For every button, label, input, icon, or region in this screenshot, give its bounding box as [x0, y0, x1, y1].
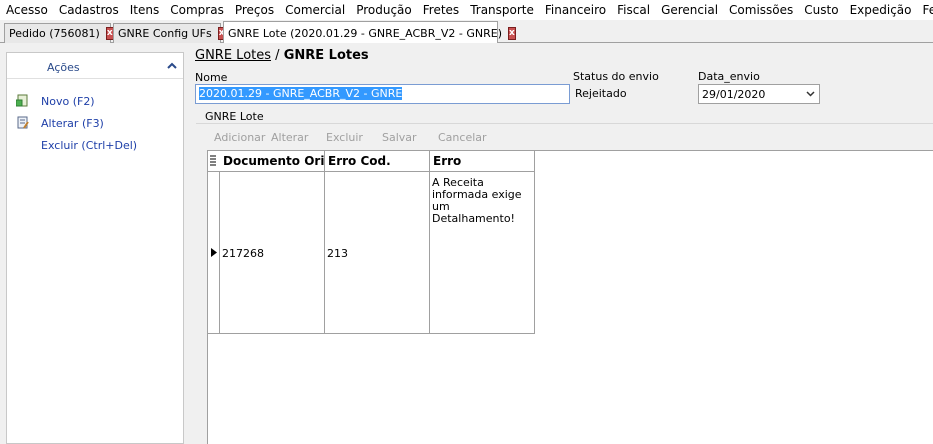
data-envio-select[interactable]: 29/01/2020 — [698, 84, 820, 104]
nome-label: Nome — [195, 71, 228, 84]
adicionar-button[interactable]: Adicionar — [214, 131, 265, 144]
breadcrumb-current: GNRE Lotes — [283, 48, 369, 63]
erro-cod-column — [325, 151, 430, 333]
alterar-button[interactable]: Alterar — [271, 131, 308, 144]
cell-erro-cod: 213 — [327, 247, 348, 260]
nome-value: 2020.01.29 - GNRE_ACBR_V2 - GNRE — [199, 87, 403, 100]
menu-producao[interactable]: Produção — [350, 0, 417, 20]
row-indicator-column — [208, 151, 220, 333]
cancelar-button[interactable]: Cancelar — [438, 131, 487, 144]
edit-document-icon — [17, 116, 29, 129]
tab-gnre-config-ufs[interactable]: GNRE Config UFs x — [113, 23, 226, 43]
menu-comercial[interactable]: Comercial — [279, 0, 350, 20]
erros-grid: Documento Origem Erro Cod. Erro 217268 2… — [208, 151, 535, 334]
current-row-icon — [211, 248, 217, 257]
grid-area: Documento Origem Erro Cod. Erro 217268 2… — [207, 150, 933, 444]
menu-comissoes[interactable]: Comissões — [723, 0, 798, 20]
breadcrumb-separator: / — [275, 48, 280, 63]
status-value: Rejeitado — [575, 87, 627, 100]
menu-fiscal[interactable]: Fiscal — [611, 0, 655, 20]
column-header-documento[interactable]: Documento Origem — [220, 151, 324, 172]
menu-precos[interactable]: Preços — [229, 0, 279, 20]
data-envio-label: Data_envio — [698, 70, 760, 83]
actions-title: Ações — [47, 61, 80, 74]
tab-label: GNRE Lote (2020.01.29 - GNRE_ACBR_V2 - G… — [228, 26, 502, 40]
menu-fretes[interactable]: Fretes — [417, 0, 464, 20]
documento-column — [220, 151, 325, 333]
breadcrumb-parent[interactable]: GNRE Lotes — [195, 48, 271, 63]
column-header-erro[interactable]: Erro — [430, 151, 534, 172]
tab-gnre-lote[interactable]: GNRE Lote (2020.01.29 - GNRE_ACBR_V2 - G… — [223, 21, 516, 44]
actions-header[interactable]: Ações — [7, 53, 183, 79]
tab-pedido[interactable]: Pedido (756081) x — [4, 23, 114, 43]
salvar-button[interactable]: Salvar — [382, 131, 417, 144]
menu-financeiro[interactable]: Financeiro — [539, 0, 611, 20]
menu-itens[interactable]: Itens — [124, 0, 164, 20]
cell-erro: A Receita informada exige um Detalhament… — [432, 176, 522, 225]
alterar-action[interactable]: Alterar (F3) — [41, 117, 104, 130]
data-envio-value: 29/01/2020 — [702, 88, 766, 101]
column-header-erro-cod[interactable]: Erro Cod. — [325, 151, 429, 172]
status-label: Status do envio — [573, 70, 659, 83]
chevron-up-icon[interactable] — [167, 61, 177, 71]
menu-expedicao[interactable]: Expedição — [844, 0, 917, 20]
new-document-icon — [16, 94, 28, 107]
menu-custo[interactable]: Custo — [798, 0, 843, 20]
main-content: GNRE Lotes / GNRE Lotes Nome 2020.01.29 … — [184, 43, 933, 444]
chevron-down-icon[interactable] — [805, 88, 816, 99]
cell-documento: 217268 — [222, 247, 264, 260]
excluir-button[interactable]: Excluir — [326, 131, 363, 144]
menu-acesso[interactable]: Acesso — [0, 0, 53, 20]
breadcrumb: GNRE Lotes / GNRE Lotes — [195, 48, 369, 63]
nome-field[interactable]: 2020.01.29 - GNRE_ACBR_V2 - GNRE — [195, 84, 570, 104]
menu-transporte[interactable]: Transporte — [464, 0, 539, 20]
group-title: GNRE Lote — [203, 110, 266, 123]
novo-action[interactable]: Novo (F2) — [41, 95, 95, 108]
close-icon[interactable]: x — [508, 26, 516, 40]
actions-panel: Ações Novo (F2) Alterar (F3) Excluir (Ct… — [6, 52, 184, 444]
tab-label: Pedido (756081) — [9, 27, 100, 40]
tab-label: GNRE Config UFs — [118, 27, 212, 40]
menu-gerencial[interactable]: Gerencial — [655, 0, 723, 20]
menu-bar: Acesso Cadastros Itens Compras Preços Co… — [0, 0, 933, 20]
tab-bar: Pedido (756081) x GNRE Config UFs x GNRE… — [0, 20, 933, 44]
menu-ferramentas[interactable]: Ferramentas — [917, 0, 933, 20]
menu-compras[interactable]: Compras — [164, 0, 229, 20]
menu-cadastros[interactable]: Cadastros — [53, 0, 124, 20]
column-chooser-icon[interactable] — [208, 151, 220, 172]
excluir-action[interactable]: Excluir (Ctrl+Del) — [41, 139, 137, 152]
